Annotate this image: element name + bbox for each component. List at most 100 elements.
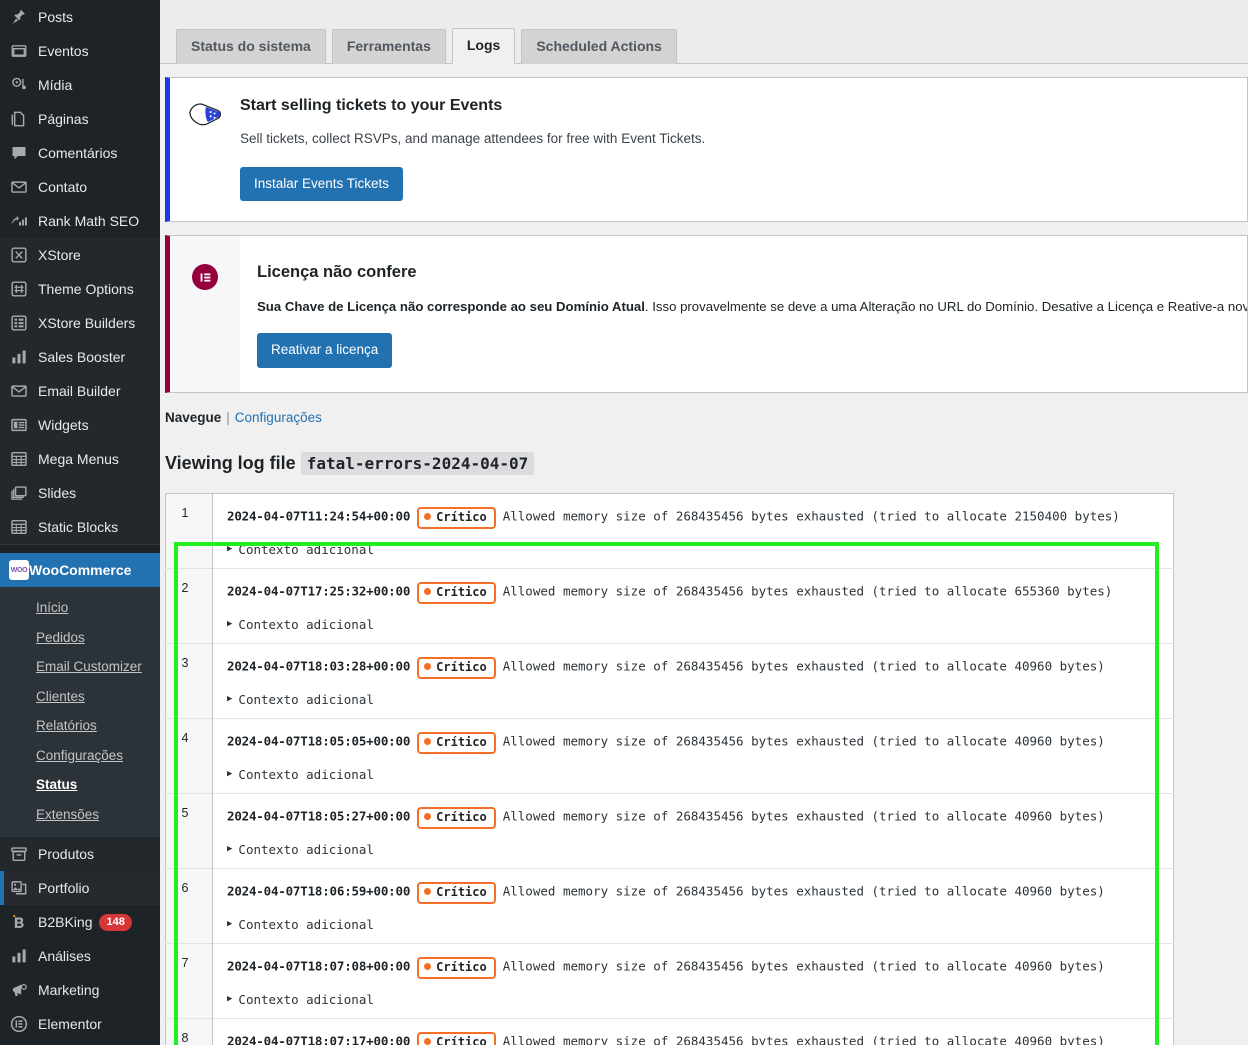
sidebar-item-contato[interactable]: Contato [0, 170, 160, 204]
sidebar-item-widgets[interactable]: Widgets [0, 408, 160, 442]
status-badge: Crítico [417, 882, 496, 905]
menu-badge-count: 148 [99, 913, 132, 931]
context-toggle[interactable]: ▶ Contexto adicional [227, 842, 1173, 857]
severity-dot-icon [424, 663, 432, 671]
sidebar-item-label: Posts [38, 9, 74, 25]
log-entry-line: 2024-04-07T18:03:28+00:00 Crítico Allowed … [227, 656, 1173, 680]
sidebar-item-label: Mega Menus [38, 451, 119, 467]
log-entry-line: 2024-04-07T17:25:32+00:00 Crítico Allowed … [227, 581, 1173, 605]
context-label: Contexto adicional [238, 767, 374, 783]
log-row-number: 3 [165, 643, 213, 719]
context-toggle[interactable]: ▶ Contexto adicional [227, 542, 1173, 557]
notice-license-title: Licença não confere [257, 263, 417, 282]
severity-label: Crítico [436, 660, 487, 675]
log-message: Allowed memory size of 268435456 bytes e… [502, 658, 1105, 674]
sidebar-item-label: Eventos [38, 43, 89, 59]
log-timestamp: 2024-04-07T18:05:05+00:00 [227, 733, 411, 749]
severity-label: Crítico [436, 885, 487, 900]
log-entry-line: 2024-04-07T18:05:05+00:00 Crítico Allowed … [227, 731, 1173, 755]
sidebar-item-woocommerce[interactable]: WOO WooCommerce [0, 553, 160, 587]
context-toggle[interactable]: ▶ Contexto adicional [227, 992, 1173, 1007]
slides-icon [9, 483, 29, 503]
sidebar-item-an-lises[interactable]: Análises [0, 939, 160, 973]
notice-event-tickets-body: Start selling tickets to your Events Sel… [240, 96, 1227, 202]
main-panel: Status do sistema Ferramentas Logs Schedule… [160, 0, 1248, 1045]
sidebar-item-slides[interactable]: Slides [0, 476, 160, 510]
submenu-item-email-customizer[interactable]: Email Customizer [0, 652, 160, 682]
tab-status-do-sistema[interactable]: Status do sistema [176, 29, 326, 64]
context-toggle[interactable]: ▶ Contexto adicional [227, 767, 1173, 782]
context-toggle[interactable]: ▶ Contexto adicional [227, 617, 1173, 632]
elementor-icon [9, 1014, 29, 1034]
sidebar-item-xstore[interactable]: XStore [0, 238, 160, 272]
navegue-label[interactable]: Navegue [165, 410, 221, 425]
tab-logs[interactable]: Logs [451, 28, 516, 64]
sidebar-item-label: Static Blocks [38, 519, 119, 535]
submenu-item-clientes[interactable]: Clientes [0, 682, 160, 712]
log-row-number: 6 [165, 868, 213, 944]
submenu-item-pedidos[interactable]: Pedidos [0, 623, 160, 653]
sidebar-item-mega-menus[interactable]: Mega Menus [0, 442, 160, 476]
log-timestamp: 2024-04-07T17:25:32+00:00 [227, 583, 411, 599]
submenu-item-relat-rios[interactable]: Relatórios [0, 711, 160, 741]
pages-icon [9, 109, 29, 129]
sidebar-item-label: Elementor [38, 1016, 102, 1033]
sidebar-item-label: XStore [38, 247, 81, 263]
sidebar-item-coment-rios[interactable]: Comentários [0, 136, 160, 170]
sidebar-item-label: Páginas [38, 111, 89, 127]
admin-sidebar: Posts Eventos Mídia Páginas Comentários Conta… [0, 0, 160, 1045]
sidebar-item-p-ginas[interactable]: Páginas [0, 102, 160, 136]
status-badge: Crítico [417, 657, 496, 680]
submenu-item-status[interactable]: Status [0, 770, 160, 800]
sidebar-item-xstore-builders[interactable]: XStore Builders [0, 306, 160, 340]
log-entry-line: 2024-04-07T18:06:59+00:00 Crítico Allowed … [227, 881, 1173, 905]
sidebar-item-static-blocks[interactable]: Static Blocks [0, 510, 160, 544]
woocommerce-submenu: Início Pedidos Email Customizer Clientes Rel… [0, 587, 160, 838]
sidebar-item-eventos[interactable]: Eventos [0, 34, 160, 68]
context-toggle[interactable]: ▶ Contexto adicional [227, 692, 1173, 707]
severity-dot-icon [424, 963, 432, 971]
sidebar-item-b2bking[interactable]: B2BKing 148 [0, 905, 160, 939]
rankmath-icon [9, 211, 29, 231]
theme-options-icon [9, 279, 29, 299]
log-message: Allowed memory size of 268435456 bytes e… [502, 583, 1113, 599]
log-row-number: 5 [165, 793, 213, 869]
log-row-number: 2 [165, 568, 213, 644]
status-badge: Crítico [417, 582, 496, 605]
sidebar-item-sales-booster[interactable]: Sales Booster [0, 340, 160, 374]
severity-label: Crítico [436, 735, 487, 750]
sidebar-item-label: B2BKing [38, 914, 93, 931]
submenu-item-extens-es[interactable]: Extensões [0, 800, 160, 830]
sidebar-item-label: XStore Builders [38, 315, 136, 331]
grid-icon [9, 517, 29, 537]
reactivate-license-button[interactable]: Reativar a licença [257, 333, 393, 368]
submenu-item-in-cio[interactable]: Início [0, 593, 160, 623]
sidebar-item-theme-options[interactable]: Theme Options [0, 272, 160, 306]
log-row-number: 7 [165, 943, 213, 1019]
submenu-item-configura-es[interactable]: Configurações [0, 741, 160, 771]
status-badge: Crítico [417, 507, 496, 530]
sidebar-item-email-builder[interactable]: Email Builder [0, 374, 160, 408]
tab-scheduled-actions[interactable]: Scheduled Actions [521, 29, 677, 64]
sidebar-item-produtos[interactable]: Produtos [0, 837, 160, 872]
sidebar-item-label: Theme Options [38, 281, 134, 297]
sidebar-item-portfolio[interactable]: Portfolio [0, 871, 160, 906]
install-events-tickets-button[interactable]: Instalar Events Tickets [240, 167, 404, 202]
table-row: 2 2024-04-07T17:25:32+00:00 Crítico Allowed… [165, 568, 1174, 644]
sidebar-item-posts[interactable]: Posts [0, 0, 160, 34]
tab-ferramentas[interactable]: Ferramentas [331, 29, 446, 64]
sidebar-item-rank-math-seo[interactable]: Rank Math SEO [0, 204, 160, 238]
table-row: 5 2024-04-07T18:05:27+00:00 Crítico Allowed… [165, 793, 1174, 869]
severity-dot-icon [424, 513, 432, 521]
sidebar-item-m-dia[interactable]: Mídia [0, 68, 160, 102]
sidebar-item-elementor[interactable]: Elementor [0, 1007, 160, 1041]
notice-license-text-rest: . Isso provavelmente se deve a uma Alter… [644, 298, 1248, 314]
envelope-icon [9, 177, 29, 197]
settings-link[interactable]: Configurações [235, 410, 322, 425]
sidebar-item-marketing[interactable]: Marketing [0, 973, 160, 1007]
notice-license-mismatch: Licença não confere Sua Chave de Licença… [165, 235, 1248, 393]
notice-license-text: Sua Chave de Licença não corresponde ao … [257, 297, 1248, 317]
builders-icon [9, 313, 29, 333]
context-toggle[interactable]: ▶ Contexto adicional [227, 917, 1173, 932]
b2bking-icon [9, 912, 29, 932]
